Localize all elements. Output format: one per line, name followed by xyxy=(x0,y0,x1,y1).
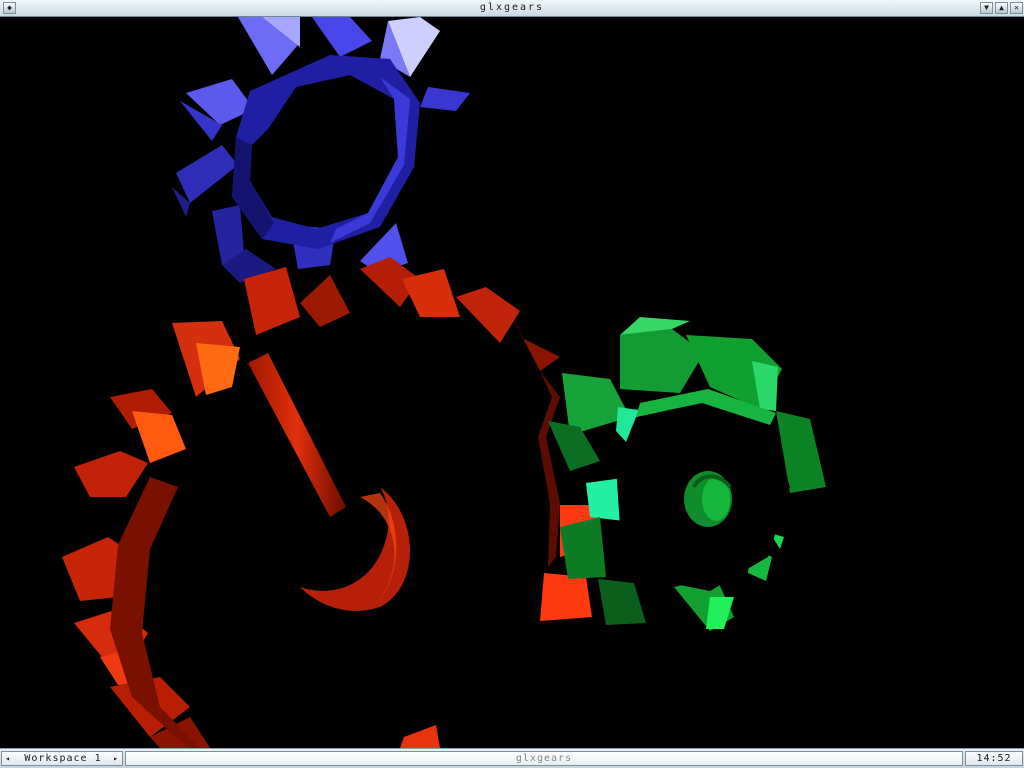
task-button-glxgears[interactable]: glxgears xyxy=(125,751,963,766)
next-workspace-icon[interactable]: ▸ xyxy=(111,752,121,765)
red-gear xyxy=(62,257,600,748)
workspace-label: Workspace 1 xyxy=(24,753,102,764)
window-titlebar[interactable]: ◆ glxgears ▼ ▲ ✕ xyxy=(0,0,1024,17)
window-title: glxgears xyxy=(479,2,545,13)
green-gear xyxy=(548,317,826,631)
prev-workspace-icon[interactable]: ◂ xyxy=(3,752,13,765)
bottom-toolbar: ◂ Workspace 1 ▸ glxgears 14:52 xyxy=(0,748,1024,768)
close-button[interactable]: ✕ xyxy=(1010,2,1023,14)
close-icon: ✕ xyxy=(1014,3,1019,12)
gears-canvas xyxy=(62,17,826,748)
gl-render-area[interactable] xyxy=(0,17,1024,748)
minimize-button[interactable]: ▼ xyxy=(980,2,993,14)
task-label: glxgears xyxy=(515,753,573,764)
blue-gear xyxy=(172,17,470,283)
maximize-button[interactable]: ▲ xyxy=(995,2,1008,14)
clock: 14:52 xyxy=(965,751,1023,766)
chevron-down-icon: ▼ xyxy=(984,3,989,12)
workspace-switcher[interactable]: ◂ Workspace 1 ▸ xyxy=(1,751,123,766)
chevron-up-icon: ▲ xyxy=(999,3,1004,12)
desktop-screen: ◆ glxgears ▼ ▲ ✕ ◂ Workspace 1 ▸ glxgear… xyxy=(0,0,1024,768)
